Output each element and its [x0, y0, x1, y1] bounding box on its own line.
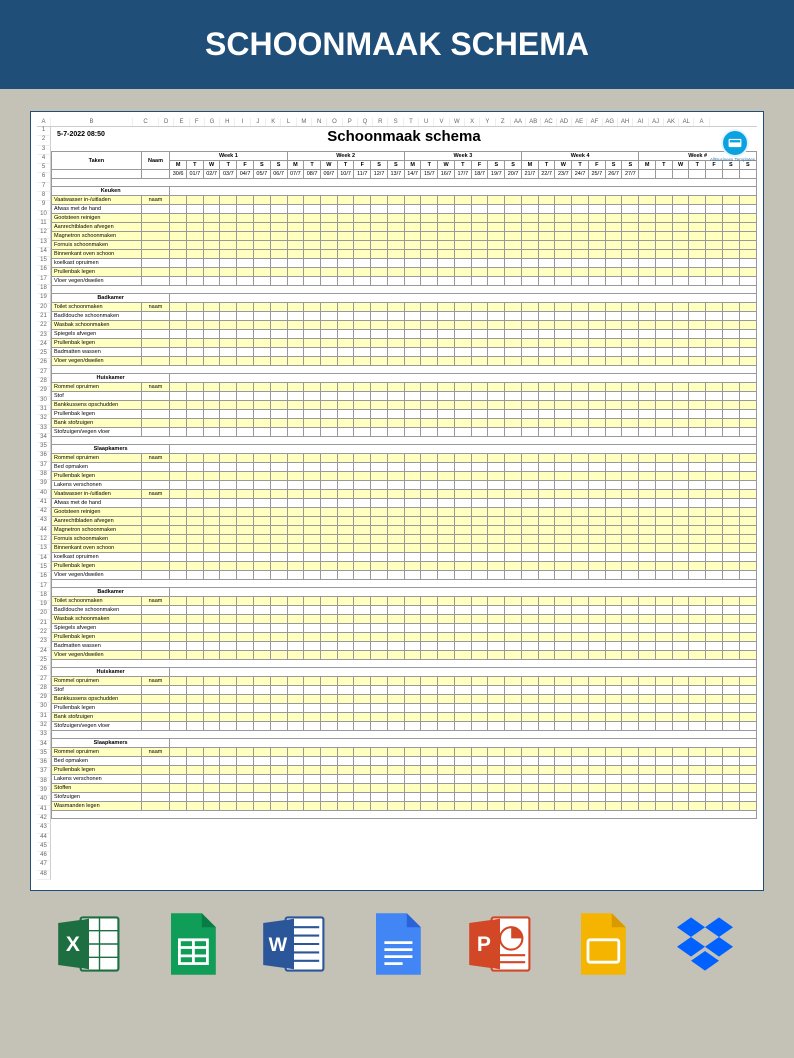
logo-label: AllBusiness Templates	[710, 157, 755, 162]
allbusiness-logo-icon	[721, 129, 749, 157]
excel-row-headers: 1234567891011121314151617181920212223242…	[37, 127, 51, 880]
svg-text:W: W	[269, 934, 288, 956]
excel-icon: X	[54, 909, 124, 979]
page-wrap: ABCDEFGHIJKLMNOPQRSTUVWXYZAAABACADAEAFAG…	[0, 89, 794, 1007]
sheet-title: Schoonmaak schema	[57, 128, 751, 145]
spreadsheet-preview: ABCDEFGHIJKLMNOPQRSTUVWXYZAAABACADAEAFAG…	[30, 111, 764, 891]
dropbox-icon	[670, 909, 740, 979]
page-banner: SCHOONMAAK SCHEMA	[0, 0, 794, 89]
google-sheets-icon	[157, 909, 227, 979]
excel-column-headers: ABCDEFGHIJKLMNOPQRSTUVWXYZAAABACADAEAFAG…	[37, 118, 757, 127]
powerpoint-icon: P	[465, 909, 535, 979]
spreadsheet-grid: 5-7-2022 08:50 Schoonmaak schema AllBusi…	[51, 127, 757, 880]
word-icon: W	[259, 909, 329, 979]
file-format-icons: X W P	[30, 891, 764, 987]
svg-text:P: P	[476, 933, 490, 956]
svg-text:X: X	[66, 933, 80, 956]
schedule-table: TakenNaamWeek 1Week 2Week 3Week 4Week #M…	[51, 151, 757, 819]
google-slides-icon	[567, 909, 637, 979]
google-docs-icon	[362, 909, 432, 979]
